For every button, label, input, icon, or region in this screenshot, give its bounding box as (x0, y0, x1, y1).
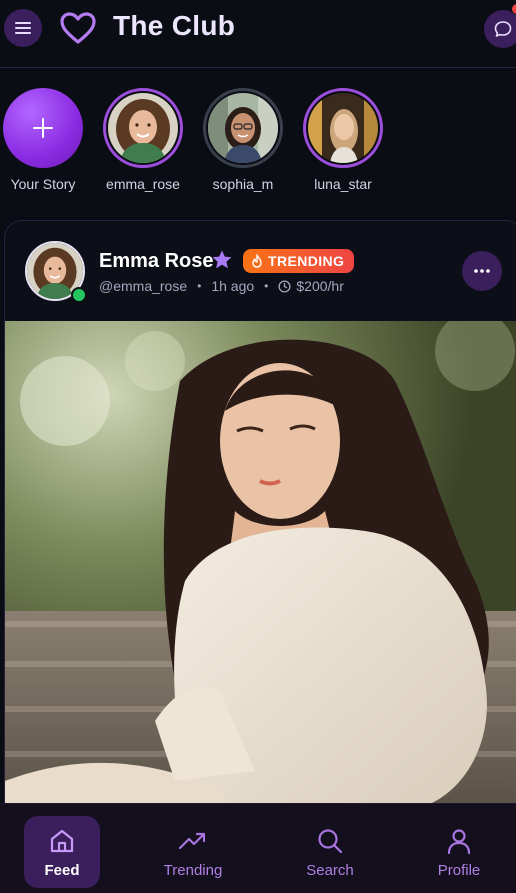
avatar (308, 93, 378, 163)
star-icon (211, 249, 233, 271)
more-options-button[interactable] (462, 251, 502, 291)
post-time: 1h ago (211, 278, 255, 294)
story-ring[interactable] (203, 88, 283, 168)
post-card: Emma Rose TRENDING @emma_rose • 1h ago •… (4, 220, 516, 820)
menu-button[interactable] (4, 9, 42, 47)
post-meta: @emma_rose • 1h ago • $200/hr (99, 278, 344, 294)
post-price: $200/hr (278, 278, 344, 294)
story-item-luna-star[interactable]: luna_star (298, 88, 388, 192)
post-photo[interactable] (5, 321, 516, 806)
heart-outline-icon (60, 12, 96, 44)
user-icon (444, 826, 474, 856)
nav-item-search[interactable]: Search (292, 816, 368, 888)
story-label: Your Story (10, 176, 76, 192)
nav-item-trending[interactable]: Trending (155, 816, 231, 888)
flame-icon (252, 254, 262, 268)
badge-label: TRENDING (268, 253, 345, 269)
nav-label: Search (306, 861, 354, 879)
meta-separator: • (264, 279, 269, 293)
trending-badge: TRENDING (243, 249, 355, 273)
avatar (208, 93, 278, 163)
story-item-emma-rose[interactable]: emma_rose (98, 88, 188, 192)
online-status-dot (71, 287, 87, 303)
trending-up-icon (178, 826, 208, 856)
post-author-avatar[interactable] (25, 241, 87, 303)
more-horizontal-icon (474, 269, 490, 273)
nav-label: Trending (163, 861, 223, 879)
story-item-sophia-m[interactable]: sophia_m (198, 88, 288, 192)
hamburger-menu-icon (15, 22, 31, 34)
app-title: The Club (113, 10, 236, 41)
story-label: sophia_m (212, 176, 274, 192)
avatar (108, 93, 178, 163)
nav-label: Feed (44, 861, 80, 879)
meta-separator: • (197, 279, 202, 293)
story-add[interactable]: Your Story (0, 88, 88, 192)
nav-item-feed[interactable]: Feed (24, 816, 100, 888)
nav-item-profile[interactable]: Profile (421, 816, 497, 888)
story-ring[interactable] (303, 88, 383, 168)
app-root: The Club Your Story emma_rose sophia_m l… (0, 0, 516, 893)
app-logo (58, 8, 98, 48)
notification-dot (512, 4, 516, 14)
clock-icon (278, 279, 291, 293)
post-handle: @emma_rose (99, 278, 188, 294)
add-story-button[interactable] (3, 88, 83, 168)
chat-bubble-icon (494, 21, 512, 37)
post-author-name[interactable]: Emma Rose (99, 250, 214, 273)
story-ring[interactable] (103, 88, 183, 168)
home-icon (47, 826, 77, 856)
nav-label: Profile (437, 861, 481, 879)
stories-row: Your Story emma_rose sophia_m luna_star (0, 88, 516, 208)
price-label: $200/hr (296, 278, 344, 294)
search-icon (315, 826, 345, 856)
chat-button[interactable] (484, 10, 516, 48)
top-header: The Club (0, 0, 516, 68)
plus-icon (33, 118, 53, 138)
bottom-navigation: Feed Trending Search Profile (0, 803, 516, 893)
story-label: emma_rose (106, 176, 180, 192)
story-label: luna_star (314, 176, 372, 192)
